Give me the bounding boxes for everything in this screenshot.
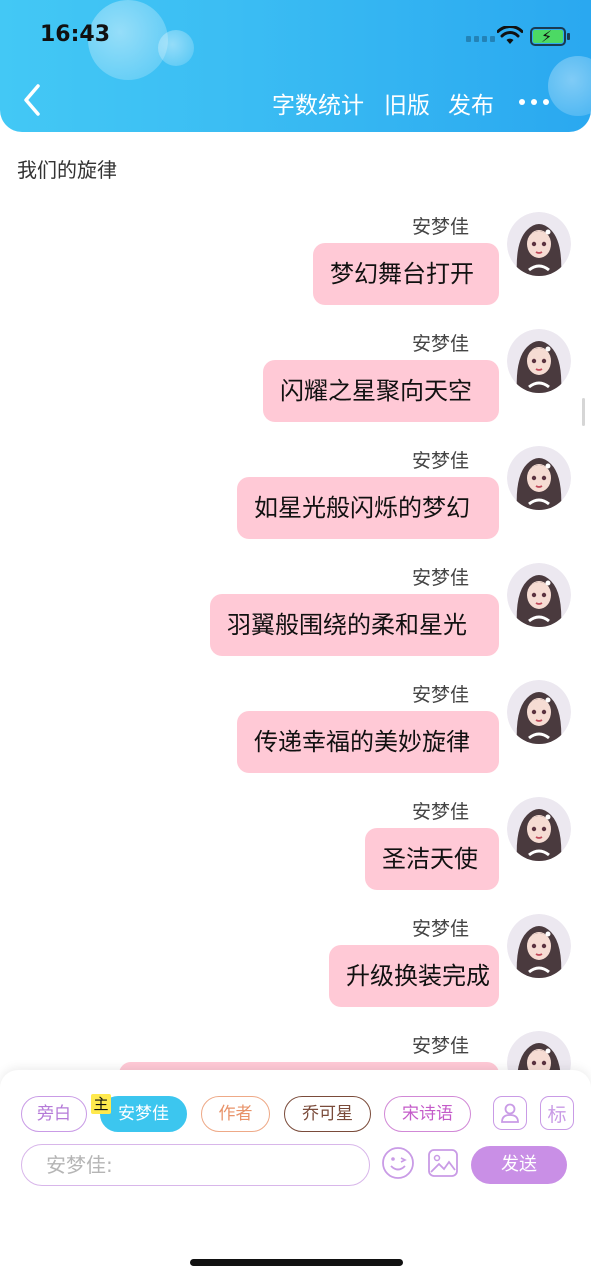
status-time: 16:43: [40, 22, 111, 47]
avatar[interactable]: [507, 446, 571, 510]
decor-bubble: [158, 30, 194, 66]
message-item: 安梦佳如星光般闪烁的梦幻: [11, 446, 571, 556]
back-arrow-icon[interactable]: [18, 82, 48, 118]
tag-icon[interactable]: 标: [540, 1096, 574, 1130]
battery-tip: [567, 33, 570, 40]
role-chip-selected[interactable]: 安梦佳: [100, 1096, 187, 1132]
scrollbar[interactable]: [582, 398, 585, 426]
message-item: 安梦佳升级换装完成: [11, 914, 571, 1024]
message-bubble[interactable]: 闪耀之星聚向天空: [263, 360, 499, 422]
home-indicator: [190, 1259, 403, 1266]
message-item: 安梦佳梦幻舞台打开: [11, 212, 571, 322]
role-chip-song[interactable]: 宋诗语: [384, 1096, 471, 1132]
top-bar: 16:43 ⚡ 字数统计 旧版 发布: [0, 0, 591, 132]
avatar[interactable]: [507, 212, 571, 276]
avatar[interactable]: [507, 329, 571, 393]
message-bubble[interactable]: 圣洁天使: [365, 828, 499, 890]
message-bubble[interactable]: 升级换装完成: [329, 945, 499, 1007]
message-item: 安梦佳传递幸福的美妙旋律: [11, 680, 571, 790]
publish-button[interactable]: 发布: [448, 86, 494, 120]
sender-name: 安梦佳: [411, 216, 469, 238]
sender-name: 安梦佳: [411, 450, 469, 472]
message-bubble[interactable]: 如星光般闪烁的梦幻: [237, 477, 499, 539]
person-icon[interactable]: [493, 1096, 527, 1130]
send-button[interactable]: 发送: [471, 1146, 567, 1184]
message-item: 安梦佳圣洁天使: [11, 797, 571, 907]
message-item: 安梦佳闪耀之星聚向天空: [11, 329, 571, 439]
old-version-button[interactable]: 旧版: [384, 86, 430, 120]
message-bubble[interactable]: 传递幸福的美妙旋律: [237, 711, 499, 773]
role-chip-narration[interactable]: 旁白: [21, 1096, 87, 1132]
sender-name: 安梦佳: [411, 918, 469, 940]
sender-name: 安梦佳: [411, 801, 469, 823]
message-bubble[interactable]: 羽翼般围绕的柔和星光: [210, 594, 499, 656]
sender-name: 安梦佳: [411, 567, 469, 589]
more-icon[interactable]: [519, 99, 549, 105]
avatar[interactable]: [507, 914, 571, 978]
story-title: 我们的旋律: [17, 158, 117, 182]
sender-name: 安梦佳: [411, 684, 469, 706]
sender-name: 安梦佳: [411, 333, 469, 355]
message-item: 安梦佳羽翼般围绕的柔和星光: [11, 563, 571, 673]
avatar[interactable]: [507, 797, 571, 861]
avatar[interactable]: [507, 563, 571, 627]
role-chip-author[interactable]: 作者: [201, 1096, 270, 1132]
cell-signal-icon: [466, 36, 495, 42]
sender-name: 安梦佳: [411, 1035, 469, 1057]
compose-panel: 旁白 安梦佳 主 作者 乔可星 宋诗语 标 安梦佳: 发送: [0, 1070, 591, 1280]
main-role-badge: 主: [91, 1094, 111, 1114]
wifi-icon: [497, 26, 523, 44]
role-chip-qiao[interactable]: 乔可星: [284, 1096, 371, 1132]
message-input[interactable]: 安梦佳:: [21, 1144, 370, 1186]
decor-bubble: [548, 56, 591, 116]
message-bubble[interactable]: 梦幻舞台打开: [313, 243, 499, 305]
avatar[interactable]: [507, 680, 571, 744]
word-count-button[interactable]: 字数统计: [272, 86, 364, 120]
battery-icon: ⚡: [530, 27, 566, 46]
emoji-icon[interactable]: [381, 1146, 415, 1180]
image-icon[interactable]: [427, 1147, 459, 1179]
